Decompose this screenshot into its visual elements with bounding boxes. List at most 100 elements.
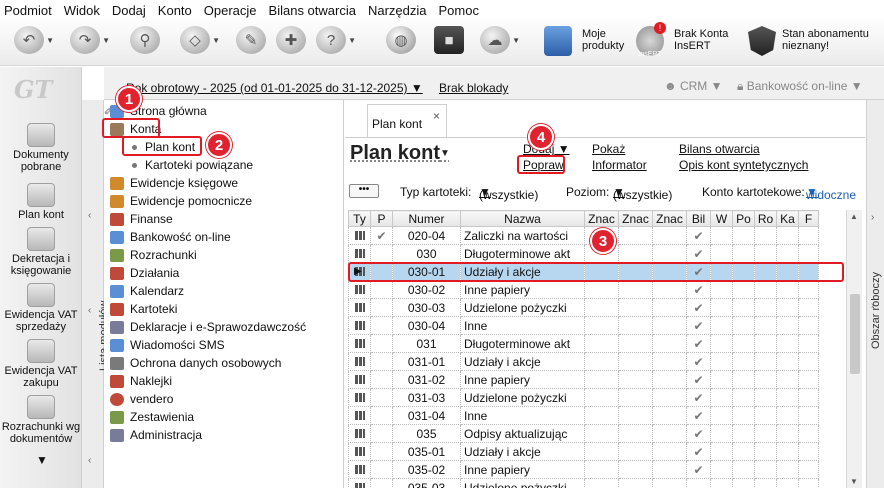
col-header-po[interactable]: Po [732,210,755,227]
menu-narzedzia[interactable]: Narzędzia [368,3,427,18]
menu-operacje[interactable]: Operacje [204,3,257,18]
konto-kartotekowe-dropdown[interactable]: widoczne ▼ [806,185,856,202]
col-header-nazwa[interactable]: Nazwa [460,210,585,227]
modules-vertical-tab[interactable]: ‹ ‹ ‹ Lista modułów [82,100,110,488]
table-row[interactable]: 030-04 Inne ✔ [348,316,819,335]
typ-kartoteki-dropdown[interactable]: (wszystkie) ▼ [479,185,538,202]
sidebar-item-dokumenty-pobrane[interactable]: Dokumenty pobrane [0,123,82,173]
pokaz-button[interactable]: Pokaż [592,142,625,156]
eraser-icon[interactable]: ◇ ▼ [180,26,220,58]
nav-item-kalendarz[interactable]: Kalendarz [110,282,184,300]
scroll-up-icon[interactable]: ▲ [850,212,858,221]
table-row[interactable]: 035-03 Udzielone pożyczki [348,478,819,488]
table-row[interactable]: 030 Długoterminowe akt ✔ [348,244,819,263]
table-row[interactable]: 031-03 Udzielone pożyczki ✔ [348,388,819,407]
sidebar-item-dekretacja[interactable]: Dekretacja i księgowanie [0,227,82,277]
table-row[interactable]: 031-02 Inne papiery ✔ [348,370,819,389]
page-title[interactable]: Plan kont▼ [350,142,450,165]
box-icon[interactable]: ■ [434,26,464,58]
table-row[interactable]: 035 Odpisy aktualizując ✔ [348,424,819,443]
table-row[interactable]: 030-03 Udzielone pożyczki ✔ [348,298,819,317]
menu-bilans-otwarcia[interactable]: Bilans otwarcia [269,3,356,18]
nav-item-rozrachunki[interactable]: Rozrachunki [110,246,197,264]
table-row[interactable]: 031 Długoterminowe akt ✔ [348,334,819,353]
col-header-bil[interactable]: Bil [686,210,711,227]
help-icon[interactable]: ? ▼ [316,26,356,58]
forward-icon[interactable]: ↷ ▼ [70,26,110,58]
col-header-ro[interactable]: Ro [754,210,777,227]
sidebar-scroll-down-icon[interactable]: ▼ [36,453,48,467]
menu-pomoc[interactable]: Pomoc [439,3,479,18]
nav-item-zestawienia[interactable]: Zestawienia [110,408,194,426]
col-header-ty[interactable]: Ty [348,210,371,227]
bilans-otwarcia-button[interactable]: Bilans otwarcia [679,142,760,156]
col-header-znac1[interactable]: Znac [584,210,619,227]
menu-podmiot[interactable]: Podmiot [4,3,52,18]
poziom-dropdown[interactable]: (wszystkie) ▼ [613,185,672,202]
more-options-button[interactable]: ••• [349,184,379,198]
col-header-f[interactable]: F [798,210,819,227]
col-header-znac2[interactable]: Znac [618,210,653,227]
col-header-w[interactable]: W [710,210,733,227]
nav-item-ochrona-danych[interactable]: Ochrona danych osobowych [110,354,281,372]
sidebar-item-vat-sprzedazy[interactable]: Ewidencja VAT sprzedaży [0,283,82,333]
insert-account-icon[interactable]: ! InsERT [636,22,666,58]
stan-abonamentu[interactable]: Stan abonamentu nieznany! [782,28,869,52]
back-icon[interactable]: ↶ ▼ [14,26,54,58]
sidebar-item-rozrachunki[interactable]: Rozrachunki wg dokumentów [0,395,82,445]
globe-icon[interactable]: ◍ [386,26,416,58]
moje-produkty[interactable]: Moje produkty [582,28,624,52]
nav-item-sms[interactable]: Wiadomości SMS [110,336,225,354]
table-row[interactable]: ✔ 020-04 Zaliczki na wartości ✔ [348,226,819,245]
chevron-left-icon[interactable]: ‹ [88,455,91,466]
shield-icon[interactable] [748,26,776,56]
scroll-thumb[interactable] [850,294,860,374]
menu-widok[interactable]: Widok [64,3,100,18]
bank-online-dropdown[interactable]: 🔒︎ Bankowość on-line ▼ [737,79,863,94]
table-row[interactable]: 035-02 Inne papiery ✔ [348,460,819,479]
nav-item-ewidencje-ksiegowe[interactable]: Ewidencje księgowe [110,174,238,192]
chevron-left-icon[interactable]: ‹ [88,305,91,316]
chevron-right-icon[interactable]: › [871,212,874,223]
cloud-icon[interactable]: ☁ ▼ [480,26,520,58]
products-icon[interactable] [544,26,572,56]
nav-item-deklaracje[interactable]: Deklaracje i e-Sprawozdawczość [110,318,306,336]
brak-konta[interactable]: Brak Konta InsERT [674,28,728,52]
chevron-left-icon[interactable]: ‹ [88,210,91,221]
table-row[interactable]: 035-01 Udziały i akcje ✔ [348,442,819,461]
table-scrollbar[interactable]: ▲ ▼ [846,210,862,488]
stamp-icon[interactable]: ⚲ [130,26,160,58]
table-row[interactable]: 030-02 Inne papiery ✔ [348,280,819,299]
col-header-ka[interactable]: Ka [776,210,799,227]
tools-icon[interactable]: ✎ [236,26,266,58]
locks-link[interactable]: Brak blokady [439,81,508,95]
nav-item-finanse[interactable]: Finanse [110,210,173,228]
informator-button[interactable]: Informator [592,158,647,172]
col-header-numer[interactable]: Numer [392,210,461,227]
nav-item-dzialania[interactable]: Działania [110,264,179,282]
col-header-znac3[interactable]: Znac [652,210,687,227]
cell-numer: 035-01 [392,442,461,461]
close-icon[interactable]: × [433,109,440,123]
table-row[interactable]: 031-01 Udziały i akcje ✔ [348,352,819,371]
col-header-p[interactable]: P [370,210,393,227]
opis-kont-button[interactable]: Opis kont syntetycznych [679,158,808,172]
crm-dropdown[interactable]: ☻ CRM ▼ [664,79,723,93]
nav-item-kartoteki[interactable]: Kartoteki [110,300,177,318]
sidebar-item-plan-kont[interactable]: Plan kont [0,183,82,221]
bandage-icon[interactable]: ✚ [276,26,306,58]
tab-plan-kont[interactable]: Plan kont × [367,104,447,138]
nav-item-ewidencje-pomocnicze[interactable]: Ewidencje pomocnicze [110,192,252,210]
menu-dodaj[interactable]: Dodaj [112,3,146,18]
nav-sub-kartoteki-powiazane[interactable]: Kartoteki powiązane [132,156,253,174]
fiscal-year-dropdown[interactable]: Rok obrotowy - 2025 (od 01-01-2025 do 31… [126,81,423,95]
sidebar-item-vat-zakupu[interactable]: Ewidencja VAT zakupu [0,339,82,389]
scroll-down-icon[interactable]: ▼ [850,477,858,486]
nav-item-vendero[interactable]: vendero [110,390,173,408]
table-row[interactable]: 031-04 Inne ✔ [348,406,819,425]
nav-item-administracja[interactable]: Administracja [110,426,202,444]
workspace-vertical-tab[interactable]: › › Obszar roboczy [866,100,884,488]
nav-item-naklejki[interactable]: Naklejki [110,372,172,390]
nav-item-bankowosc[interactable]: Bankowość on-line [110,228,231,246]
menu-konto[interactable]: Konto [158,3,192,18]
